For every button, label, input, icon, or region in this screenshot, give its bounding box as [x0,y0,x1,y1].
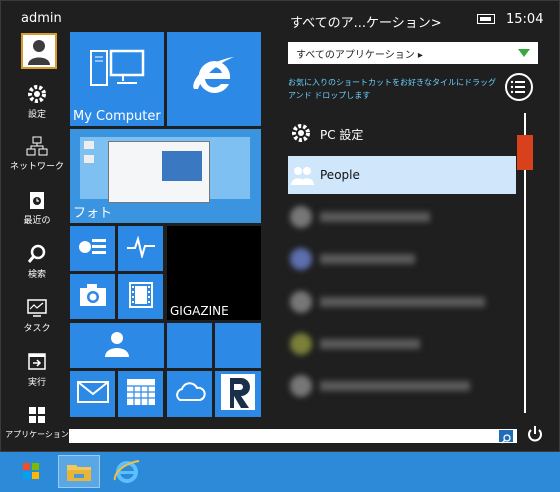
person-icon [102,330,132,362]
tile-calendar[interactable] [118,371,163,417]
tile-label: フォト [73,206,113,221]
power-button[interactable] [526,425,544,443]
tile-camera[interactable] [70,274,115,319]
user-name: admin [21,11,62,26]
sidebar-item-run[interactable]: 実行 [5,351,69,388]
search-button[interactable] [499,430,513,444]
tile-photo[interactable]: フォト [70,129,261,223]
sidebar-item-label: 実行 [27,378,46,388]
gear-icon [26,83,48,105]
sidebar-item-search[interactable]: 検索 [5,243,69,280]
list-icon [510,80,525,94]
drag-hint-text: お気に入りのショートカットをお好きなタイルにドラッグ アンド ドロップします [288,78,496,100]
sidebar-item-network[interactable]: ネットワーク [5,135,69,172]
people-icon [290,164,314,186]
clock: 15:04 [506,12,544,27]
taskbar-file-explorer[interactable] [58,455,100,488]
apps-grid-icon [26,405,48,427]
sidebar-item-label: 最近の [23,216,51,226]
tile-my-computer[interactable]: My Computer [70,32,164,126]
network-icon [26,135,48,157]
run-icon [26,351,48,373]
sidebar-item-label: ネットワーク [9,162,64,172]
photo-preview [80,137,250,203]
triangle-down-icon [518,49,530,57]
app-item-label: PC 設定 [320,128,364,142]
start-menu-window: admin 設定 ネットワーク 最近の 検索 タスク 実行 アプリケーション M… [0,0,560,452]
power-icon [528,426,542,442]
sidebar-item-settings[interactable]: 設定 [5,83,69,120]
scrollbar-thumb[interactable] [517,135,533,170]
blurred-app-item[interactable] [288,246,508,274]
avatar[interactable] [21,33,57,69]
tile-label: GIGAZINE [170,304,229,318]
blurred-app-item[interactable] [288,373,508,401]
recent-icon [26,189,48,211]
app-item-pc-settings[interactable]: PC 設定 [288,114,516,152]
tile-health-app[interactable] [118,226,163,271]
list-menu-button[interactable] [505,73,533,101]
tile-internet-explorer[interactable] [167,32,261,126]
sidebar-item-task[interactable]: タスク [5,297,69,334]
reader-logo-icon [221,374,255,414]
calendar-icon [126,378,156,410]
mail-icon [76,381,109,407]
dropdown-value: すべてのアプリケーション ▸ [296,50,423,61]
tile-people[interactable] [70,323,164,368]
blurred-app-item[interactable] [288,331,508,359]
folder-icon [67,465,91,481]
task-icon [26,297,48,319]
tile-label: My Computer [73,109,161,124]
app-item-label: People [320,168,360,182]
blurred-app-item[interactable] [288,289,508,317]
app-item-people[interactable]: People [288,156,516,194]
tile-gigazine[interactable]: GIGAZINE [167,226,261,320]
taskbar-internet-explorer[interactable] [106,455,148,488]
internet-explorer-icon [188,51,240,107]
sidebar-item-label: 設定 [27,110,46,120]
blurred-app-item[interactable] [288,204,508,232]
pulse-icon [126,234,156,262]
film-icon [128,281,153,312]
tile-empty-1[interactable] [167,323,212,368]
tile-chart-app[interactable] [70,226,115,271]
start-button[interactable] [10,455,52,488]
sidebar-item-label: 検索 [27,270,46,280]
tile-empty-2[interactable] [215,323,261,368]
taskbar [0,452,560,491]
app-filter-dropdown[interactable]: すべてのアプリケーション ▸ [288,42,538,64]
tile-reader[interactable] [215,371,261,417]
sidebar-item-recent[interactable]: 最近の [5,189,69,226]
tile-cloud[interactable] [167,371,212,417]
sidebar-item-label: タスク [23,324,51,334]
search-icon [26,243,48,265]
all-apps-header[interactable]: すべてのア...ケーション> [290,12,442,31]
gear-icon [290,122,312,144]
sidebar-item-apps[interactable]: アプリケーション [3,405,71,440]
battery-icon [477,14,495,24]
internet-explorer-icon [113,460,140,483]
tile-mail[interactable] [70,371,115,417]
chart-icon [78,236,108,262]
search-input[interactable] [69,429,517,443]
sidebar-item-label: アプリケーション [5,430,69,439]
search-icon [501,434,511,444]
computer-icon [89,47,145,93]
cloud-icon [174,382,206,406]
user-silhouette-icon [28,40,50,65]
windows-logo-icon [23,463,39,479]
camera-icon [78,283,108,311]
tile-video[interactable] [118,274,163,319]
